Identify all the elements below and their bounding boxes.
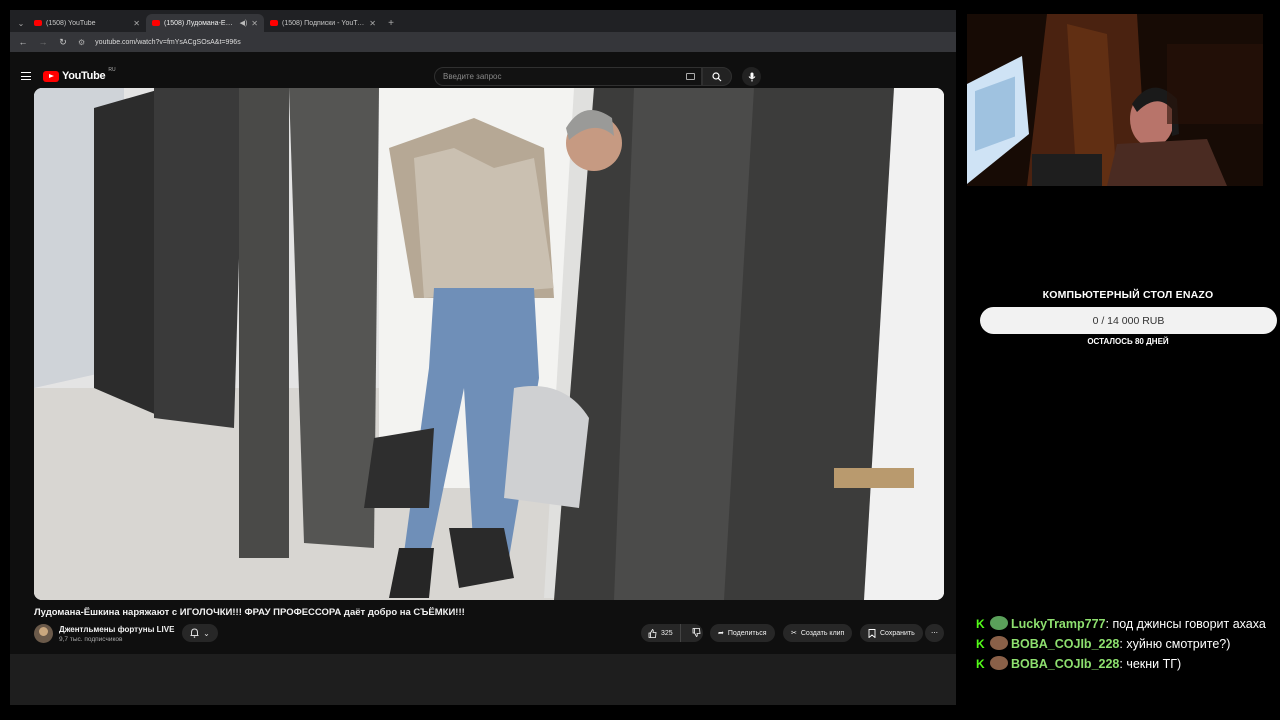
tab-youtube-home[interactable]: (1508) YouTube ✕ <box>28 14 146 32</box>
share-icon: ➦ <box>718 630 724 637</box>
more-icon: ⋯ <box>931 630 938 637</box>
address-bar: ← → ↻ ⚙ youtube.com/watch?v=fmYsACgSOsA&… <box>10 32 956 52</box>
back-icon[interactable]: ← <box>18 37 28 47</box>
video-player[interactable] <box>34 88 944 600</box>
url-field[interactable]: youtube.com/watch?v=fmYsACgSOsA&t=996s <box>95 39 241 46</box>
microphone-icon <box>748 72 755 81</box>
chat-text: чекни ТГ) <box>1126 657 1182 671</box>
dislike-button[interactable] <box>685 627 708 639</box>
logo-text: YouTube <box>62 70 106 82</box>
kick-badge-icon: K <box>976 657 985 671</box>
goal-title: КОМПЬЮТЕРНЫЙ СТОЛ ENAZO <box>1042 289 1214 301</box>
menu-icon[interactable] <box>21 72 31 80</box>
search-placeholder: Введите запрос <box>443 72 502 81</box>
forward-icon[interactable]: → <box>38 37 48 47</box>
tab-subscriptions[interactable]: (1508) Подписки - YouTube ✕ <box>264 14 382 32</box>
save-button[interactable]: Сохранить <box>860 624 923 642</box>
close-tab-icon[interactable]: ✕ <box>133 19 140 28</box>
youtube-play-icon <box>43 70 59 82</box>
close-tab-icon[interactable]: ✕ <box>251 19 258 28</box>
share-label: Поделиться <box>727 629 767 637</box>
tab-current-video[interactable]: (1508) Лудомана-Ёшкина ◀) ✕ <box>146 14 264 32</box>
tab-title: (1508) Лудомана-Ёшкина <box>164 19 236 27</box>
chat-username: BOBA_COJIb_228 <box>1011 637 1120 651</box>
chevron-down-icon: ⌄ <box>203 628 210 638</box>
bell-icon <box>190 628 199 638</box>
user-emote-icon <box>990 656 1008 670</box>
youtube-favicon-icon <box>34 20 42 26</box>
subscriber-count: 9,7 тыс. подписчиков <box>59 636 123 643</box>
chat-username: BOBA_COJIb_228 <box>1011 657 1120 671</box>
reload-icon[interactable]: ↻ <box>58 37 68 48</box>
save-label: Сохранить <box>880 629 915 637</box>
chat-overlay: K LuckyTramp777: под джинсы говорит ахаха… <box>976 614 1276 674</box>
search-button[interactable] <box>702 67 732 86</box>
user-emote-icon <box>990 616 1008 630</box>
scissors-icon: ✂ <box>791 630 797 637</box>
youtube-logo[interactable]: YouTube RU <box>43 67 116 82</box>
tab-title: (1508) Подписки - YouTube <box>282 19 366 27</box>
tab-title: (1508) YouTube <box>46 19 96 27</box>
webcam-overlay <box>967 14 1263 186</box>
region-code: RU <box>108 67 116 73</box>
site-info-icon[interactable]: ⚙ <box>78 38 85 47</box>
clip-label: Создать клип <box>800 629 845 637</box>
webcam-image <box>967 14 1263 186</box>
search-input[interactable]: Введите запрос <box>434 67 702 86</box>
create-clip-button[interactable]: ✂ Создать клип <box>783 624 853 642</box>
page-below-fold <box>10 654 956 705</box>
like-dislike-group: 325 <box>641 624 703 642</box>
chat-text: под джинсы говорит ахаха <box>1112 617 1266 631</box>
keyboard-icon[interactable] <box>686 73 695 80</box>
youtube-favicon-icon <box>152 20 160 26</box>
more-actions-button[interactable]: ⋯ <box>925 624 944 642</box>
browser-window: ⌄ (1508) YouTube ✕ (1508) Лудомана-Ёшкин… <box>10 10 956 705</box>
new-tab-icon[interactable]: + <box>382 14 400 32</box>
chat-message: K BOBA_COJIb_228: хуйню смотрите?) <box>976 634 1276 654</box>
thumbs-up-icon <box>648 628 657 638</box>
chat-message: K BOBA_COJIb_228: чекни ТГ) <box>976 654 1276 674</box>
notifications-button[interactable]: ⌄ <box>182 624 218 642</box>
video-actions-row: Джентльмены фортуны LIVE 9,7 тыс. подпис… <box>34 624 944 648</box>
voice-search-button[interactable] <box>742 67 761 86</box>
kick-badge-icon: K <box>976 637 985 651</box>
tab-strip: ⌄ (1508) YouTube ✕ (1508) Лудомана-Ёшкин… <box>10 10 956 32</box>
video-frame <box>34 88 944 600</box>
channel-avatar[interactable] <box>34 624 53 643</box>
share-button[interactable]: ➦ Поделиться <box>710 624 775 642</box>
channel-name[interactable]: Джентльмены фортуны LIVE <box>59 625 174 634</box>
like-button[interactable]: 325 <box>641 624 681 642</box>
close-tab-icon[interactable]: ✕ <box>369 19 376 28</box>
goal-progress-text: 0 / 14 000 RUB <box>1092 314 1165 327</box>
youtube-favicon-icon <box>270 20 278 26</box>
chat-text: хуйню смотрите?) <box>1126 637 1231 651</box>
goal-remaining: ОСТАЛОСЬ 80 ДНЕЙ <box>1087 337 1169 346</box>
search-icon <box>712 71 722 81</box>
user-emote-icon <box>990 636 1008 650</box>
thumbs-down-icon <box>692 627 701 637</box>
kick-badge-icon: K <box>976 617 985 631</box>
goal-progress-bar: 0 / 14 000 RUB <box>980 307 1277 334</box>
speaker-icon[interactable]: ◀) <box>240 19 248 27</box>
save-playlist-icon <box>868 628 876 638</box>
chat-username: LuckyTramp777 <box>1011 617 1106 631</box>
tab-search-icon[interactable]: ⌄ <box>14 14 28 32</box>
like-count: 325 <box>661 629 673 637</box>
chat-message: K LuckyTramp777: под джинсы говорит ахаха <box>976 614 1276 634</box>
video-title: Лудомана-Ёшкина наряжают с ИГОЛОЧКИ!!! Ф… <box>34 607 465 618</box>
